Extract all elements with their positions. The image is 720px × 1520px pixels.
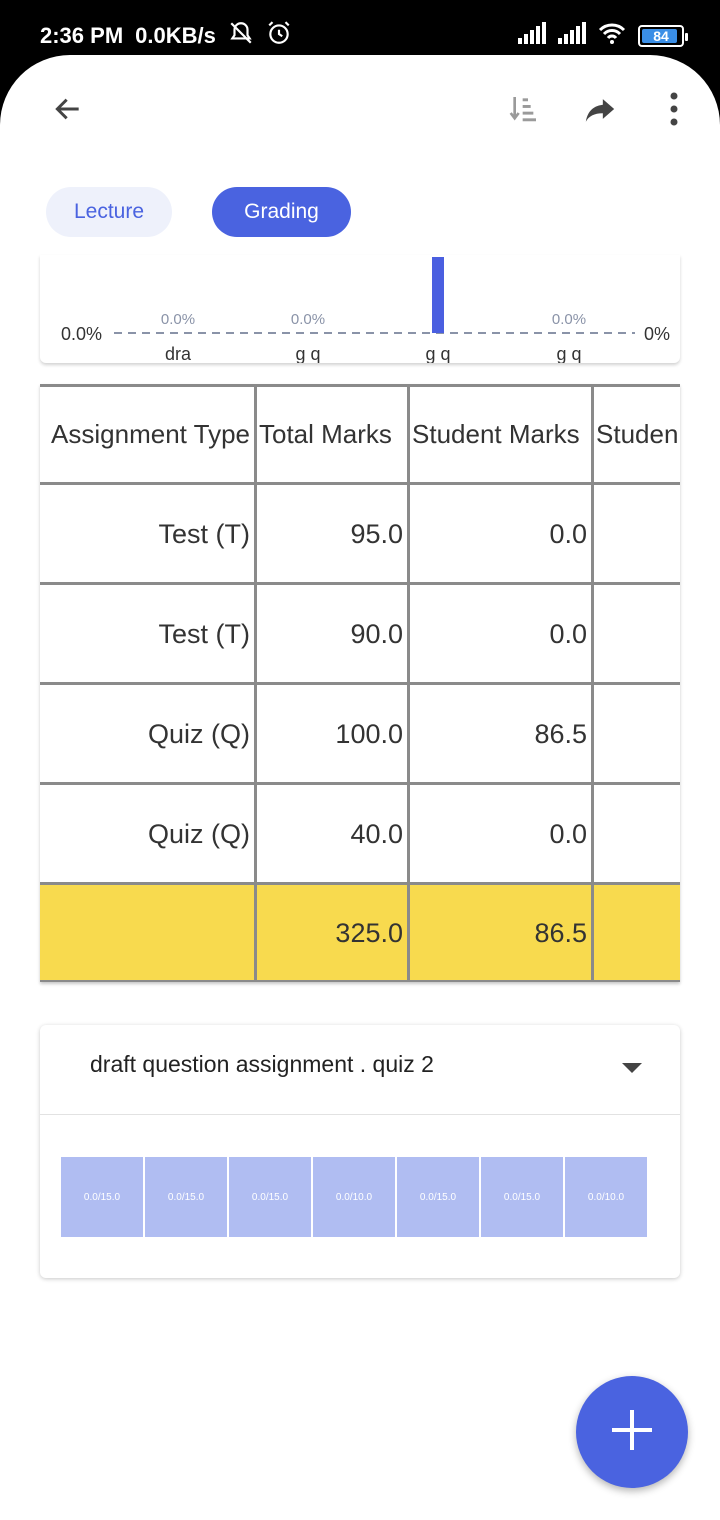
table-total-cell: 86.5 [534, 917, 587, 948]
chart-tick-label: g q [425, 344, 450, 363]
add-button[interactable] [576, 1376, 688, 1488]
table-total-cell [40, 884, 254, 982]
table-cell: 0.0 [549, 618, 587, 649]
status-speed: 0.0KB/s [135, 23, 216, 48]
question-score-tile[interactable]: 0.0/15.0 [229, 1157, 311, 1237]
assignment-title[interactable]: draft question assignment . quiz 2 [90, 1051, 434, 1078]
signal-icon [518, 22, 546, 49]
table-header-cell: Assignment Type [51, 418, 250, 449]
table-cell [591, 684, 680, 784]
tab-grading[interactable]: Grading [212, 187, 351, 237]
table-column-divider [591, 384, 594, 982]
assignment-card: draft question assignment . quiz 2 0.0/1… [40, 1025, 680, 1278]
top-app-bar [0, 55, 720, 165]
table-column-divider [254, 384, 257, 982]
question-score-tile[interactable]: 0.0/15.0 [481, 1157, 563, 1237]
table-total-cell: 325.0 [335, 917, 403, 948]
battery-level: 84 [653, 27, 669, 44]
chart-tick-label: dra [165, 344, 192, 363]
chart-bar [432, 257, 444, 333]
tab-lecture[interactable]: Lecture [46, 187, 172, 237]
table-cell: 90.0 [350, 618, 403, 649]
wifi-icon [598, 22, 626, 49]
table-cell: 40.0 [350, 818, 403, 849]
table-cell [591, 584, 680, 684]
chart-data-label: 0.0% [161, 311, 195, 328]
plus-icon [608, 1406, 656, 1459]
question-score-tiles: 0.0/15.0 0.0/15.0 0.0/15.0 0.0/10.0 0.0/15.0… [61, 1157, 647, 1237]
table-cell: Quiz (Q) [147, 818, 250, 849]
table-header-cell: Studen [596, 418, 679, 449]
status-time: 2:36 PM [40, 23, 124, 48]
back-button[interactable] [38, 81, 98, 141]
table-header-cell: Student Marks [412, 418, 580, 449]
table-row-divider [40, 882, 680, 885]
table-top-border [40, 384, 680, 387]
table-cell: Test (T) [158, 518, 251, 549]
table-cell: 86.5 [534, 718, 587, 749]
more-vert-icon [669, 92, 679, 131]
alarm-icon [266, 20, 292, 52]
bell-off-icon [228, 20, 254, 52]
table-cell [591, 784, 680, 884]
more-options-button[interactable] [644, 81, 704, 141]
table-total-cell [591, 884, 680, 982]
grades-table: Assignment Type Total Marks Student Marks S… [40, 384, 680, 982]
chart-right-label: 0% [644, 324, 670, 344]
question-score-tile[interactable]: 0.0/15.0 [61, 1157, 143, 1237]
arrow-back-icon [52, 93, 84, 130]
chart-left-label: 0.0% [61, 324, 102, 344]
chart-tick-label: g q [295, 344, 320, 363]
table-row-divider [40, 782, 680, 785]
table-row-divider [40, 582, 680, 585]
chart-data-label: 0.0% [291, 311, 325, 328]
question-score-tile[interactable]: 0.0/10.0 [565, 1157, 647, 1237]
grade-chart: 0.0% 0% 0.0% dra 0.0% g q g q 0.0% g q [61, 257, 670, 363]
table-cell: 100.0 [335, 718, 403, 749]
share-icon [583, 92, 617, 131]
share-button[interactable] [570, 81, 630, 141]
dropdown-arrow-icon[interactable] [622, 1063, 642, 1073]
question-score-tile[interactable]: 0.0/15.0 [397, 1157, 479, 1237]
signal-icon [558, 22, 586, 49]
sort-button[interactable] [494, 81, 554, 141]
chart-data-label: 0.0% [552, 311, 586, 328]
chart-tick-label: g q [556, 344, 581, 363]
sort-icon [508, 93, 540, 130]
table-column-divider [407, 384, 410, 982]
table-cell: 95.0 [350, 518, 403, 549]
table-bottom-border [40, 980, 680, 982]
table-cell: Quiz (Q) [147, 718, 250, 749]
table-cell [591, 484, 680, 584]
question-score-tile[interactable]: 0.0/10.0 [313, 1157, 395, 1237]
table-cell: Test (T) [158, 618, 251, 649]
table-cell: 0.0 [549, 518, 587, 549]
table-cell: 0.0 [549, 818, 587, 849]
tab-chips: Lecture Grading [46, 187, 351, 237]
grade-chart-card: 0.0% 0% 0.0% dra 0.0% g q g q 0.0% g q [40, 255, 680, 363]
table-header-cell: Total Marks [259, 418, 392, 449]
divider [40, 1114, 680, 1115]
question-score-tile[interactable]: 0.0/15.0 [145, 1157, 227, 1237]
status-left: 2:36 PM 0.0KB/s [40, 20, 292, 52]
app-surface: Lecture Grading 0.0% 0% 0.0% dra 0.0% g qg q0… [0, 55, 720, 1520]
table-row-divider [40, 482, 680, 485]
table-row-divider [40, 682, 680, 685]
battery-icon: 84 [638, 24, 688, 47]
status-right: 84 [518, 22, 688, 49]
